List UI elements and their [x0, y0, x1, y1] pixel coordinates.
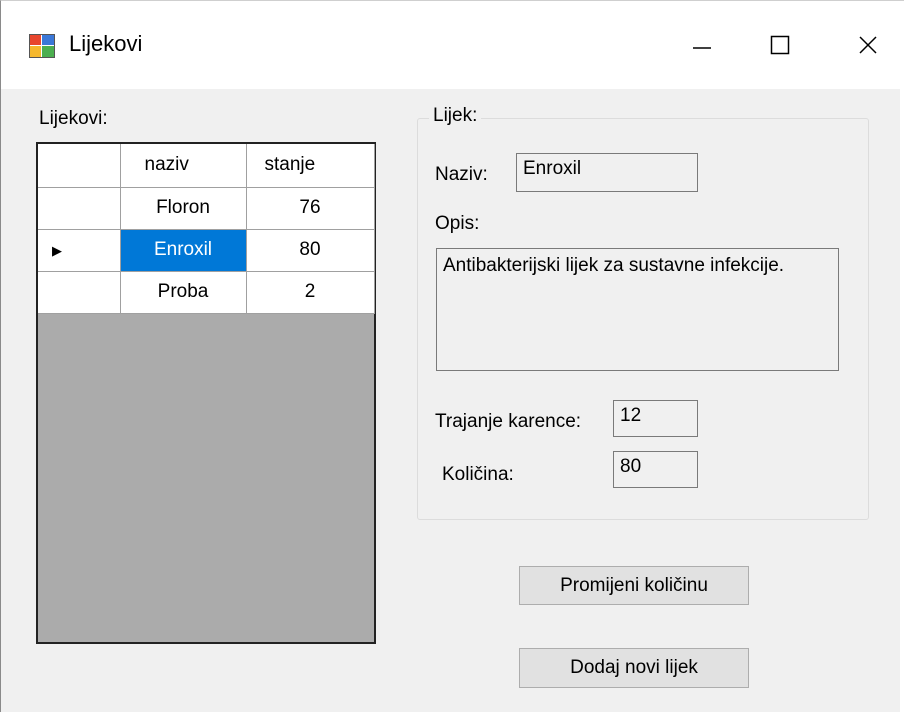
cell-stanje[interactable]: 2: [246, 271, 375, 314]
trajanje-karence-field[interactable]: 12: [613, 400, 698, 437]
app-form-icon: [29, 34, 55, 58]
close-button[interactable]: [837, 19, 899, 71]
column-header-naziv[interactable]: naziv: [120, 144, 247, 188]
opis-field[interactable]: Antibakterijski lijek za sustavne infekc…: [436, 248, 839, 371]
list-label: Lijekovi:: [39, 108, 108, 129]
row-header[interactable]: ▶: [38, 229, 121, 272]
maximize-button[interactable]: [749, 19, 811, 71]
maximize-icon: [770, 35, 790, 55]
window-right-edge: [900, 89, 904, 713]
table-row-selected[interactable]: ▶ Enroxil 80: [38, 229, 375, 272]
medicines-grid[interactable]: naziv stanje Floron 76 ▶ Enroxil 80 Prob…: [36, 142, 376, 644]
table-row[interactable]: Proba 2: [38, 271, 375, 314]
main-window: Lijekovi Lijekovi: naziv stanje Floron 7…: [0, 0, 904, 713]
kolicina-label: Količina:: [442, 464, 514, 485]
grid-table: naziv stanje Floron 76 ▶ Enroxil 80 Prob…: [38, 144, 375, 314]
add-new-medicine-button[interactable]: Dodaj novi lijek: [519, 648, 749, 688]
grid-header-row: naziv stanje: [38, 144, 375, 188]
cell-naziv[interactable]: Enroxil: [120, 229, 247, 272]
group-title: Lijek:: [429, 105, 482, 127]
minimize-icon: [693, 47, 711, 49]
row-header[interactable]: [38, 271, 121, 314]
column-header-stanje[interactable]: stanje: [246, 144, 375, 188]
kolicina-field[interactable]: 80: [613, 451, 698, 488]
trajanje-karence-label: Trajanje karence:: [435, 411, 582, 432]
table-row[interactable]: Floron 76: [38, 187, 375, 230]
opis-label: Opis:: [435, 213, 480, 234]
close-icon: [859, 36, 877, 54]
naziv-label: Naziv:: [435, 164, 488, 185]
cell-stanje[interactable]: 80: [246, 229, 375, 272]
naziv-field[interactable]: Enroxil: [516, 153, 698, 192]
cell-naziv[interactable]: Proba: [120, 271, 247, 314]
title-bar[interactable]: Lijekovi: [1, 1, 904, 89]
minimize-button[interactable]: [671, 19, 733, 71]
row-header[interactable]: [38, 187, 121, 230]
window-title: Lijekovi: [69, 31, 143, 56]
grid-corner-header: [38, 144, 121, 188]
cell-stanje[interactable]: 76: [246, 187, 375, 230]
current-row-arrow-icon: ▶: [52, 243, 62, 258]
cell-naziv[interactable]: Floron: [120, 187, 247, 230]
change-quantity-button[interactable]: Promijeni količinu: [519, 566, 749, 605]
